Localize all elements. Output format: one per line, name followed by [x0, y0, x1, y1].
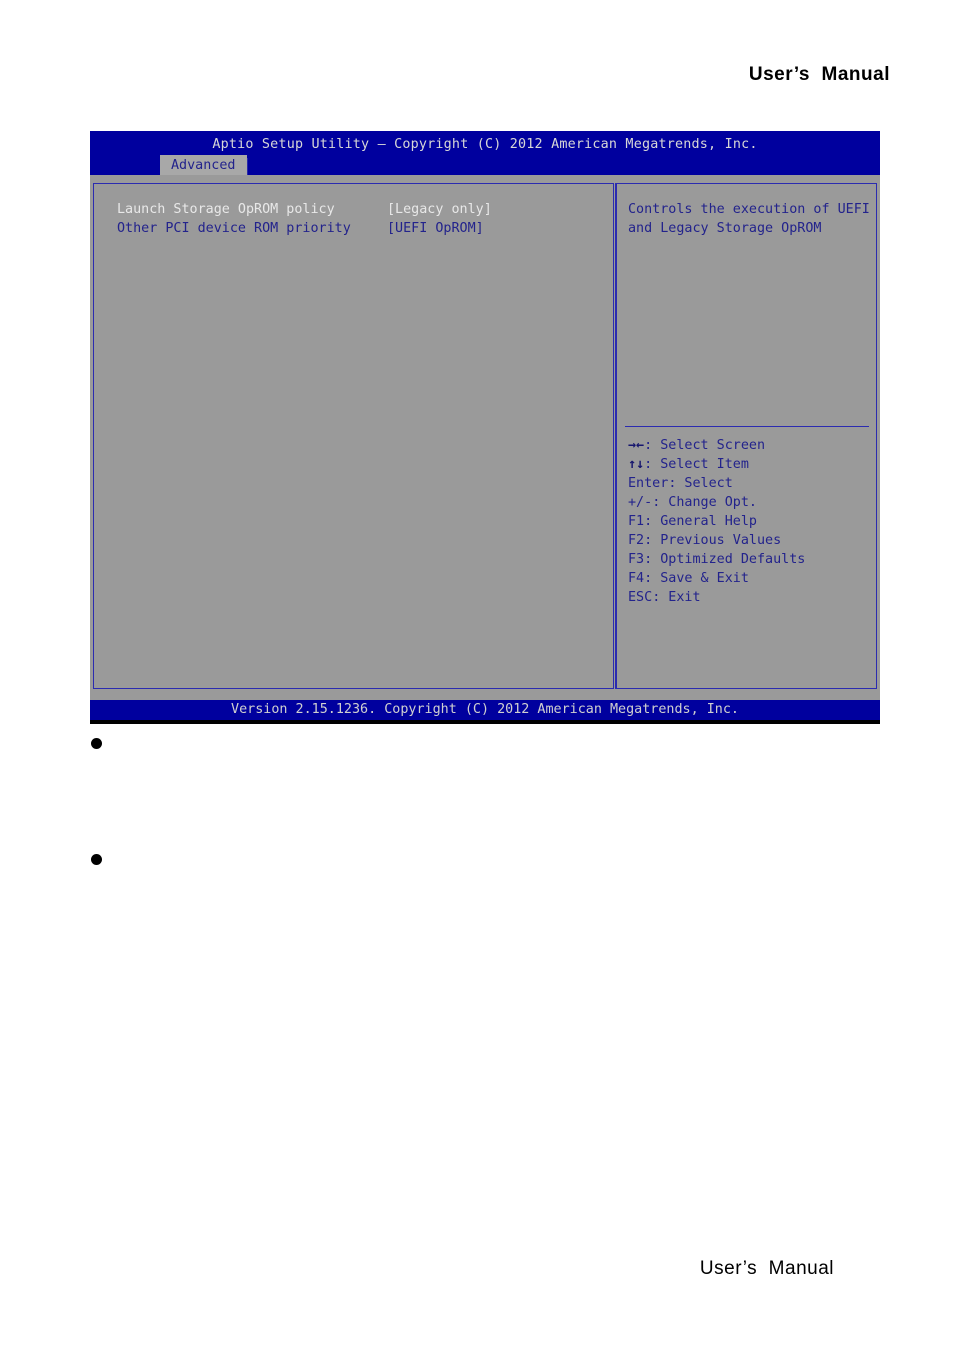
nav-key-row: ↑↓: Select Item	[628, 455, 873, 474]
setting-row[interactable]: Launch Storage OpROM policy [Legacy only…	[117, 200, 597, 219]
settings-panel: Launch Storage OpROM policy [Legacy only…	[93, 183, 614, 689]
bullet-point	[91, 854, 102, 865]
select-item-key-icon: ↑↓	[628, 457, 645, 472]
setting-value-other-pci-device-rom-priority[interactable]: [UEFI OpROM]	[387, 219, 484, 238]
bios-tab-bar: Advanced	[90, 155, 880, 178]
nav-key-row: ESC: Exit	[628, 588, 873, 607]
nav-key-label: : Exit	[652, 590, 701, 605]
bios-version-bar: Version 2.15.1236. Copyright (C) 2012 Am…	[90, 700, 880, 720]
bios-body: Launch Storage OpROM policy [Legacy only…	[90, 175, 880, 695]
page-footer-title: User’s Manual	[699, 1258, 834, 1279]
nav-key-row: F2: Previous Values	[628, 531, 873, 550]
nav-key-label: : Change Opt.	[652, 495, 757, 510]
nav-key-label: : Select	[668, 476, 733, 491]
bios-bottom-edge	[90, 720, 880, 724]
plusminus-key-label: +/-	[628, 495, 653, 510]
select-screen-key-icon: →←	[628, 438, 645, 453]
setting-row[interactable]: Other PCI device ROM priority [UEFI OpRO…	[117, 219, 597, 238]
nav-key-row: F1: General Help	[628, 512, 873, 531]
bullet-point	[91, 738, 102, 749]
help-separator	[625, 426, 869, 427]
tab-advanced[interactable]: Advanced	[160, 155, 247, 175]
esc-key-label: ESC	[628, 590, 653, 605]
nav-key-label: : Save & Exit	[644, 571, 749, 586]
help-panel: Controls the execution of UEFI and Legac…	[615, 183, 877, 689]
nav-key-label: : General Help	[644, 514, 757, 529]
nav-key-legend: →←: Select Screen ↑↓: Select Item Enter:…	[628, 436, 873, 607]
nav-key-label: : Select Item	[644, 457, 749, 472]
nav-key-label: : Optimized Defaults	[644, 552, 806, 567]
setting-label-launch-storage-oprom-policy: Launch Storage OpROM policy	[117, 202, 335, 217]
nav-key-row: F4: Save & Exit	[628, 569, 873, 588]
f1-key-label: F1	[628, 514, 645, 529]
nav-key-label: : Previous Values	[644, 533, 782, 548]
bios-setup-window: Aptio Setup Utility – Copyright (C) 2012…	[90, 131, 880, 724]
help-text: Controls the execution of UEFI and Legac…	[628, 200, 870, 238]
page-header-title: User’s Manual	[748, 64, 890, 85]
nav-key-row: F3: Optimized Defaults	[628, 550, 873, 569]
f3-key-label: F3	[628, 552, 645, 567]
f2-key-label: F2	[628, 533, 645, 548]
settings-list: Launch Storage OpROM policy [Legacy only…	[117, 200, 597, 238]
bios-title-text: Aptio Setup Utility – Copyright (C) 2012…	[212, 137, 758, 152]
help-text-line: Controls the execution of UEFI	[628, 202, 870, 217]
setting-label-other-pci-device-rom-priority: Other PCI device ROM priority	[117, 221, 351, 236]
setting-value-launch-storage-oprom-policy[interactable]: [Legacy only]	[387, 200, 492, 219]
bios-title-banner: Aptio Setup Utility – Copyright (C) 2012…	[90, 131, 880, 178]
nav-key-label: : Select Screen	[644, 438, 766, 453]
nav-key-row: →←: Select Screen	[628, 436, 873, 455]
enter-key-label: Enter	[628, 476, 669, 491]
nav-key-row: Enter: Select	[628, 474, 873, 493]
f4-key-label: F4	[628, 571, 645, 586]
nav-key-row: +/-: Change Opt.	[628, 493, 873, 512]
help-text-line: and Legacy Storage OpROM	[628, 221, 822, 236]
